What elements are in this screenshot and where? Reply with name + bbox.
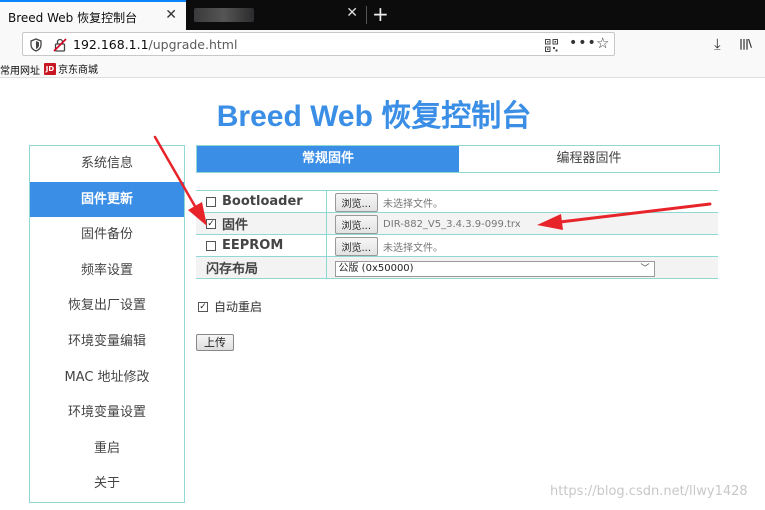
eeprom-label: EEPROM xyxy=(222,238,284,253)
sidebar-item-firmware-update[interactable]: 固件更新 xyxy=(30,181,184,218)
flash-layout-label: 闪存布局 xyxy=(196,256,327,279)
sidebar-item-about[interactable]: 关于 xyxy=(30,466,184,502)
row-value: 浏览... DIR-882_V5_3.4.3.9-099.trx xyxy=(326,212,718,235)
shield-icon[interactable] xyxy=(30,37,42,56)
download-icon[interactable]: ⤓ xyxy=(714,35,721,53)
row-eeprom: EEPROM 浏览... 未选择文件。 xyxy=(196,234,718,257)
firmware-tabs: 常规固件 编程器固件 xyxy=(196,145,720,173)
eeprom-browse-button[interactable]: 浏览... xyxy=(334,236,379,256)
firmware-label: 固件 xyxy=(222,218,249,233)
sidebar-item-system-info[interactable]: 系统信息 xyxy=(30,146,184,182)
flash-layout-selected: 公版 (0x50000) xyxy=(338,262,414,274)
auto-reboot-option[interactable]: ✓ 自动重启 xyxy=(198,298,262,315)
sidebar-item-reboot[interactable]: 重启 xyxy=(30,431,184,467)
browser-tab-bar: Breed Web 恢复控制台 ✕ ✕ + xyxy=(0,0,765,30)
bootloader-checkbox[interactable] xyxy=(206,196,216,207)
bookmark-jd[interactable]: JD 京东商城 xyxy=(44,61,98,76)
new-tab-plus-icon[interactable]: + xyxy=(372,2,389,26)
browser-tab-title: Breed Web 恢复控制台 xyxy=(8,11,138,25)
url-host: 192.168.1.1 xyxy=(73,37,149,52)
library-icon[interactable]: |||\ xyxy=(739,37,752,50)
sidebar-item-frequency[interactable]: 频率设置 xyxy=(30,253,184,289)
browser-navbar: 192.168.1.1/upgrade.html ••• ☆ ⤓ |||\ xyxy=(0,30,765,58)
bootloader-file-name: 未选择文件。 xyxy=(383,198,444,210)
sidebar-item-env-settings[interactable]: 环境变量设置 xyxy=(30,395,184,431)
bootloader-browse-button[interactable]: 浏览... xyxy=(334,192,379,212)
close-icon[interactable]: ✕ xyxy=(165,7,177,23)
chevron-down-icon: ﹀ xyxy=(640,263,650,274)
bookmark-jd-label: 京东商城 xyxy=(58,65,98,76)
browser-tab-active[interactable]: Breed Web 恢复控制台 ✕ xyxy=(0,0,186,30)
sidebar-item-firmware-backup[interactable]: 固件备份 xyxy=(30,217,184,253)
upload-button[interactable]: 上传 xyxy=(196,334,234,351)
row-label: EEPROM xyxy=(196,234,327,257)
firmware-browse-button[interactable]: 浏览... xyxy=(334,214,379,234)
close-icon[interactable]: ✕ xyxy=(346,5,358,21)
row-label: Bootloader xyxy=(196,190,327,213)
url-text[interactable]: 192.168.1.1/upgrade.html xyxy=(73,37,237,52)
flash-layout-select[interactable]: 公版 (0x50000) ﹀ xyxy=(334,260,655,277)
firmware-form: Bootloader 浏览... 未选择文件。 ✓ 固件 浏览... DIR-882_… xyxy=(196,190,718,279)
url-bar[interactable]: 192.168.1.1/upgrade.html ••• ☆ xyxy=(22,32,615,56)
sidebar-item-factory-reset[interactable]: 恢复出厂设置 xyxy=(30,288,184,324)
row-label: ✓ 固件 xyxy=(196,212,327,235)
row-flash-layout: 闪存布局 公版 (0x50000) ﹀ xyxy=(196,256,718,279)
tab-divider xyxy=(366,6,367,24)
bootloader-label: Bootloader xyxy=(222,194,303,209)
auto-reboot-checkbox[interactable]: ✓ xyxy=(198,301,208,312)
row-value: 浏览... 未选择文件。 xyxy=(326,190,718,213)
eeprom-file-name: 未选择文件。 xyxy=(383,242,444,254)
bookmark-common-sites[interactable]: 常用网址 xyxy=(0,62,40,77)
qr-code-icon[interactable] xyxy=(545,37,558,56)
row-bootloader: Bootloader 浏览... 未选择文件。 xyxy=(196,190,718,213)
blurred-tab-title xyxy=(194,8,254,22)
insecure-lock-icon[interactable] xyxy=(53,37,67,56)
browser-tab-inactive[interactable]: ✕ xyxy=(186,0,366,30)
sidebar: 系统信息 固件更新 固件备份 频率设置 恢复出厂设置 环境变量编辑 MAC 地址… xyxy=(29,145,185,503)
eeprom-checkbox[interactable] xyxy=(206,240,216,251)
bookmarks-bar: 常用网址 JD 京东商城 xyxy=(0,58,765,78)
tab-programmer-firmware[interactable]: 编程器固件 xyxy=(459,146,719,172)
star-icon[interactable]: ☆ xyxy=(596,34,609,52)
firmware-file-name: DIR-882_V5_3.4.3.9-099.trx xyxy=(383,218,521,230)
more-actions-icon[interactable]: ••• xyxy=(569,35,597,51)
url-path: /upgrade.html xyxy=(148,37,238,52)
page-title: Breed Web 恢复控制台 xyxy=(216,100,532,133)
row-value: 浏览... 未选择文件。 xyxy=(326,234,718,257)
row-firmware: ✓ 固件 浏览... DIR-882_V5_3.4.3.9-099.trx xyxy=(196,212,718,235)
firmware-checkbox[interactable]: ✓ xyxy=(206,218,216,229)
row-value: 公版 (0x50000) ﹀ xyxy=(326,256,718,279)
watermark: https://blog.csdn.net/llwy1428 xyxy=(550,484,748,499)
tab-regular-firmware[interactable]: 常规固件 xyxy=(197,146,459,172)
jd-logo-icon: JD xyxy=(44,62,56,75)
auto-reboot-label: 自动重启 xyxy=(214,300,263,314)
sidebar-item-mac-edit[interactable]: MAC 地址修改 xyxy=(30,360,184,396)
sidebar-item-env-edit[interactable]: 环境变量编辑 xyxy=(30,324,184,360)
